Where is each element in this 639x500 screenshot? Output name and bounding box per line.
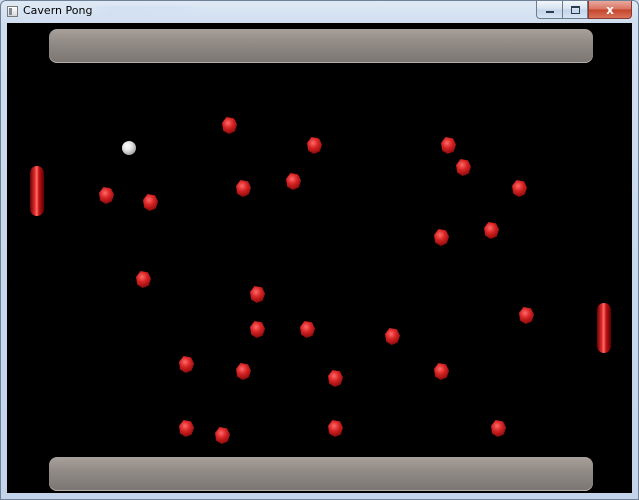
gem bbox=[250, 286, 265, 303]
gem bbox=[99, 187, 114, 204]
close-icon: x bbox=[606, 2, 614, 17]
gem bbox=[519, 307, 534, 324]
maximize-button[interactable] bbox=[562, 1, 588, 19]
right-paddle bbox=[597, 303, 611, 353]
gem bbox=[300, 321, 315, 338]
window-title: Cavern Pong bbox=[23, 4, 93, 17]
left-paddle bbox=[30, 166, 44, 216]
minimize-button[interactable] bbox=[536, 1, 562, 19]
bottom-wall bbox=[49, 457, 593, 491]
title-bar[interactable]: Cavern Pong x bbox=[1, 1, 638, 23]
gem bbox=[385, 328, 400, 345]
app-window-icon[interactable] bbox=[7, 6, 18, 17]
maximize-icon bbox=[570, 5, 580, 14]
game-canvas[interactable] bbox=[7, 23, 632, 493]
ball bbox=[122, 141, 136, 155]
gem bbox=[456, 159, 471, 176]
gem bbox=[179, 356, 194, 373]
gem bbox=[441, 137, 456, 154]
blurred-title-text bbox=[89, 6, 201, 16]
top-wall bbox=[49, 29, 593, 63]
caption-buttons: x bbox=[536, 1, 632, 19]
gem bbox=[512, 180, 527, 197]
gem bbox=[236, 180, 251, 197]
gem bbox=[136, 271, 151, 288]
close-button[interactable]: x bbox=[588, 1, 632, 19]
game-window: Cavern Pong x bbox=[0, 0, 639, 500]
minimize-icon bbox=[545, 11, 554, 13]
gem bbox=[434, 363, 449, 380]
gem bbox=[328, 370, 343, 387]
gem bbox=[434, 229, 449, 246]
gem bbox=[179, 420, 194, 437]
gem bbox=[250, 321, 265, 338]
gem bbox=[143, 194, 158, 211]
gem bbox=[328, 420, 343, 437]
gem bbox=[491, 420, 506, 437]
gem bbox=[236, 363, 251, 380]
gem bbox=[484, 222, 499, 239]
gem bbox=[286, 173, 301, 190]
gem bbox=[222, 117, 237, 134]
gem bbox=[307, 137, 322, 154]
gem bbox=[215, 427, 230, 444]
